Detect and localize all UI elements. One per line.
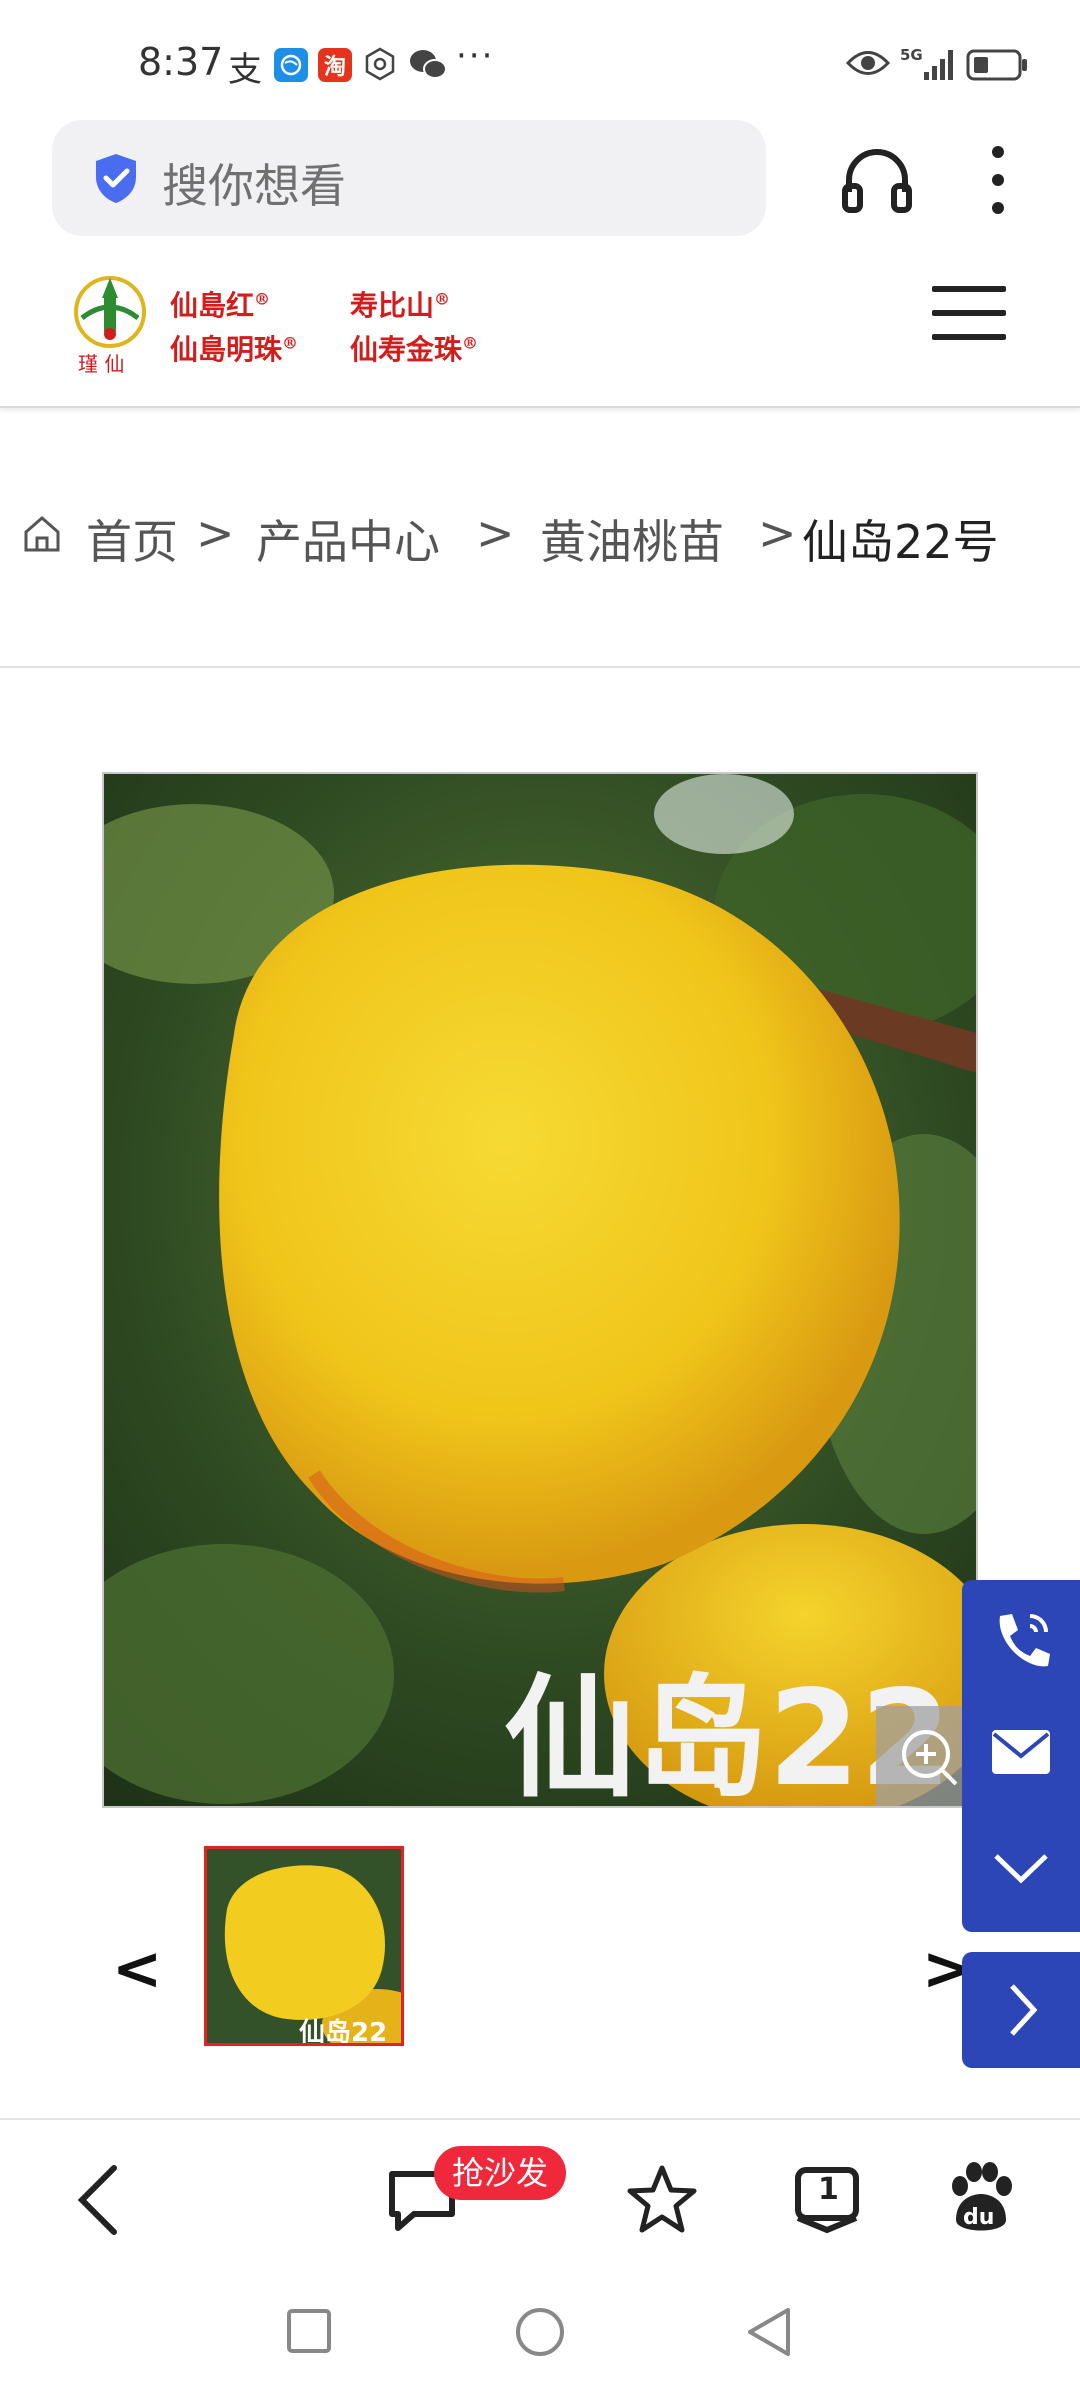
hamburger-menu-icon[interactable] [930, 282, 1010, 344]
brand-name: 仙島明珠® [170, 333, 299, 366]
home-icon[interactable] [20, 512, 64, 556]
phone-icon[interactable] [986, 1606, 1056, 1676]
thumbnail-item[interactable]: 仙岛22 [204, 1846, 404, 2046]
status-time: 8:37 [138, 40, 224, 84]
breadcrumb-separator: > [758, 506, 797, 560]
breadcrumb-product-center[interactable]: 产品中心 [256, 506, 440, 572]
taobao-icon: 淘 [318, 48, 352, 82]
status-bar: 8:37 支 淘 ··· 5G [0, 0, 1080, 120]
breadcrumb-home[interactable]: 首页 [86, 506, 178, 572]
search-placeholder: 搜你想看 [162, 159, 346, 213]
signal-icon [922, 46, 958, 86]
system-navigation-bar [0, 2280, 1080, 2400]
breadcrumb-separator: > [196, 506, 235, 560]
browser-icon [274, 48, 308, 82]
tabs-icon[interactable]: 1 [792, 2164, 862, 2234]
settings-icon [362, 46, 398, 86]
star-icon[interactable] [624, 2162, 700, 2238]
collapse-down-icon[interactable] [986, 1842, 1056, 1892]
site-logo[interactable]: 瑾 仙 [68, 268, 152, 376]
network-type: 5G [900, 46, 923, 64]
mail-icon[interactable] [986, 1722, 1056, 1782]
headphones-icon[interactable] [836, 140, 918, 222]
breadcrumb: 首页 > 产品中心 > 黄油桃苗 > 仙岛22号 [0, 490, 1080, 580]
baidu-paw-icon[interactable]: du [946, 2160, 1016, 2240]
home-circle-icon[interactable] [514, 2306, 566, 2358]
breadcrumb-category[interactable]: 黄油桃苗 [540, 506, 724, 572]
brand-name: 寿比山® [350, 289, 451, 322]
thumbnail-caption: 仙岛22 [299, 2017, 387, 2043]
tab-count: 1 [818, 2172, 839, 2207]
alipay-icon: 支 [228, 50, 262, 90]
section-divider [0, 666, 1080, 668]
side-contact-panel [962, 1580, 1080, 1932]
more-notifications: ··· [456, 36, 495, 76]
grab-sofa-badge[interactable]: 抢沙发 [434, 2146, 567, 2200]
logo-caption: 瑾 仙 [78, 352, 125, 376]
back-triangle-icon[interactable] [744, 2306, 794, 2358]
eye-icon [845, 48, 891, 82]
side-expand-button[interactable] [962, 1952, 1080, 2068]
brand-name: 仙寿金珠® [350, 333, 479, 366]
back-icon[interactable] [70, 2162, 130, 2238]
breadcrumb-current: 仙岛22号 [802, 515, 999, 569]
browser-menu-icon[interactable] [982, 144, 1014, 220]
shield-check-icon [88, 150, 144, 206]
recents-icon[interactable] [286, 2308, 332, 2354]
product-main-image[interactable]: 仙岛22 [102, 772, 978, 1808]
wechat-icon [408, 48, 448, 86]
gallery-prev-button[interactable]: < [112, 1934, 162, 2004]
site-header: 瑾 仙 仙島红® 寿比山® 仙島明珠® 仙寿金珠® [0, 248, 1080, 408]
breadcrumb-separator: > [476, 506, 515, 560]
battery-icon [966, 48, 1030, 86]
baidu-text: du [963, 2205, 994, 2230]
browser-search-bar[interactable]: 搜你想看 [52, 120, 766, 236]
brand-name: 仙島红® [170, 289, 271, 322]
